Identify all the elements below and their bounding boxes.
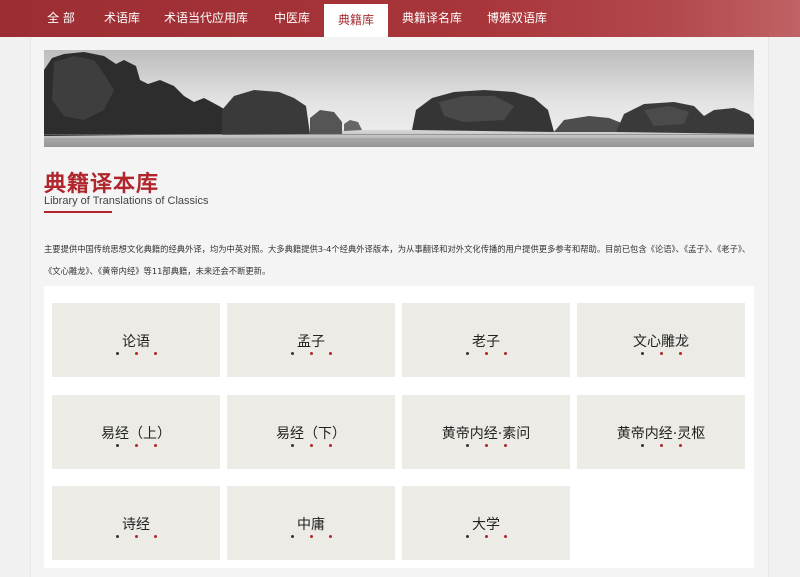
page-title: 典籍译本库 <box>44 172 160 197</box>
panel-edge-right <box>768 37 769 577</box>
card-dots <box>577 444 745 447</box>
book-card-huangdi-suwen[interactable]: 黄帝内经·素问 <box>402 395 570 469</box>
book-card-lunyu[interactable]: 论语 <box>52 303 220 377</box>
book-card-yijing-2[interactable]: 易经（下） <box>227 395 395 469</box>
page-subtitle: Library of Translations of Classics <box>44 195 209 207</box>
card-dots <box>402 444 570 447</box>
book-card-zhongyong[interactable]: 中庸 <box>227 486 395 560</box>
book-card-huangdi-lingshu[interactable]: 黄帝内经·灵枢 <box>577 395 745 469</box>
card-dots <box>402 352 570 355</box>
book-title: 大学 <box>472 517 500 533</box>
book-title: 诗经 <box>122 517 150 533</box>
tab-terms[interactable]: 术语库 <box>96 0 148 37</box>
book-title: 中庸 <box>297 517 325 533</box>
top-nav: 全 部 术语库 术语当代应用库 中医库 典籍库 典籍译名库 博雅双语库 <box>0 0 800 37</box>
book-card-wenxindiaolong[interactable]: 文心雕龙 <box>577 303 745 377</box>
book-title: 孟子 <box>297 334 325 350</box>
tab-tcm[interactable]: 中医库 <box>268 0 316 37</box>
book-card-shijing[interactable]: 诗经 <box>52 486 220 560</box>
card-dots <box>227 444 395 447</box>
book-title: 易经（下） <box>276 426 346 442</box>
book-title: 黄帝内经·素问 <box>441 426 531 442</box>
library-description: 主要提供中国传统思想文化典籍的经典外译，均为中英对照。大多典籍提供3-4个经典外… <box>44 244 751 276</box>
book-title: 老子 <box>472 334 500 350</box>
book-card-laozi[interactable]: 老子 <box>402 303 570 377</box>
book-title: 文心雕龙 <box>633 334 689 350</box>
book-title: 黄帝内经·灵枢 <box>616 426 706 442</box>
book-card-daxue[interactable]: 大学 <box>402 486 570 560</box>
karst-landscape-image <box>44 50 754 147</box>
card-dots <box>227 352 395 355</box>
tab-all[interactable]: 全 部 <box>44 0 78 37</box>
banner-image <box>44 50 754 147</box>
tab-bilingual[interactable]: 博雅双语库 <box>484 0 550 37</box>
book-title: 易经（上） <box>101 426 171 442</box>
book-title: 论语 <box>122 334 150 350</box>
title-underline <box>44 211 112 213</box>
book-card-mengzi[interactable]: 孟子 <box>227 303 395 377</box>
card-dots <box>52 352 220 355</box>
book-card-yijing-1[interactable]: 易经（上） <box>52 395 220 469</box>
tab-terms-contemporary[interactable]: 术语当代应用库 <box>164 0 248 37</box>
card-dots <box>402 535 570 538</box>
tab-classic-titles[interactable]: 典籍译名库 <box>398 0 466 37</box>
card-dots <box>52 444 220 447</box>
card-dots <box>227 535 395 538</box>
tab-classics[interactable]: 典籍库 <box>324 4 388 37</box>
card-dots <box>577 352 745 355</box>
books-grid: 论语 孟子 老子 文心雕龙 易经（上） 易经（下） 黄帝内经·素问 黄帝内经·灵… <box>44 286 754 568</box>
card-dots <box>52 535 220 538</box>
